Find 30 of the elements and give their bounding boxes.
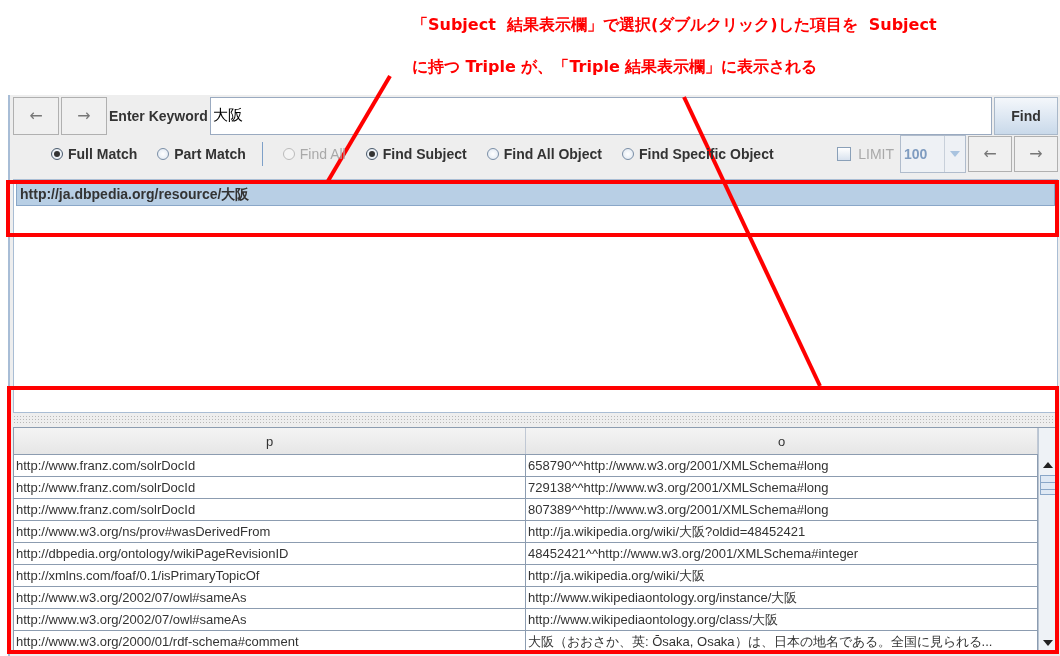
table-cell: http://www.w3.org/ns/prov#wasDerivedFrom bbox=[14, 521, 526, 542]
radio-option[interactable]: Part Match bbox=[157, 145, 246, 162]
table-cell: http://www.franz.com/solrDocId bbox=[14, 499, 526, 520]
table-cell: http://www.w3.org/2000/01/rdf-schema#comment bbox=[14, 631, 526, 652]
find-button[interactable]: Find bbox=[994, 97, 1058, 135]
table-cell: http://www.w3.org/2002/07/owl#sameAs bbox=[14, 587, 526, 608]
radio-option[interactable]: Full Match bbox=[51, 145, 138, 162]
dropdown-arrow-icon bbox=[949, 149, 961, 158]
table-cell: http://dbpedia.org/ontology/wikiPageRevisionID bbox=[14, 543, 526, 564]
table-cell: http://xmlns.com/foaf/0.1/isPrimaryTopicOf bbox=[14, 565, 526, 586]
back-button[interactable]: ← bbox=[13, 97, 59, 135]
radio-button[interactable] bbox=[486, 147, 499, 160]
radio-button[interactable] bbox=[157, 147, 170, 160]
annotation-text: 「Subject 結果表示欄」で選択(ダブルクリック)した項目を Subject bbox=[412, 14, 937, 36]
keyword-label: Enter Keyword bbox=[109, 107, 208, 124]
radio-button[interactable] bbox=[622, 147, 634, 160]
table-cell: http://www.franz.com/solrDocId bbox=[14, 477, 526, 498]
scroll-up-icon bbox=[1043, 462, 1053, 468]
radio-option[interactable]: Find Subject bbox=[365, 145, 467, 162]
radio-option[interactable]: Find All Object bbox=[486, 145, 602, 162]
table-cell: http://www.w3.org/2002/07/owl#sameAs bbox=[14, 609, 526, 630]
column-header[interactable]: p bbox=[14, 428, 526, 454]
forward-button[interactable]: → bbox=[61, 97, 107, 135]
keyword-field[interactable]: 大阪 bbox=[209, 97, 992, 135]
annotation-text: に持つ Triple が、「Triple 結果表示欄」に表示される bbox=[412, 57, 818, 79]
table-cell: http://www.franz.com/solrDocId bbox=[14, 455, 526, 476]
scroll-down-icon bbox=[1043, 640, 1053, 646]
radio-button[interactable] bbox=[365, 147, 378, 160]
radio-button[interactable] bbox=[51, 147, 63, 160]
scroll-thumb[interactable] bbox=[1040, 475, 1056, 495]
